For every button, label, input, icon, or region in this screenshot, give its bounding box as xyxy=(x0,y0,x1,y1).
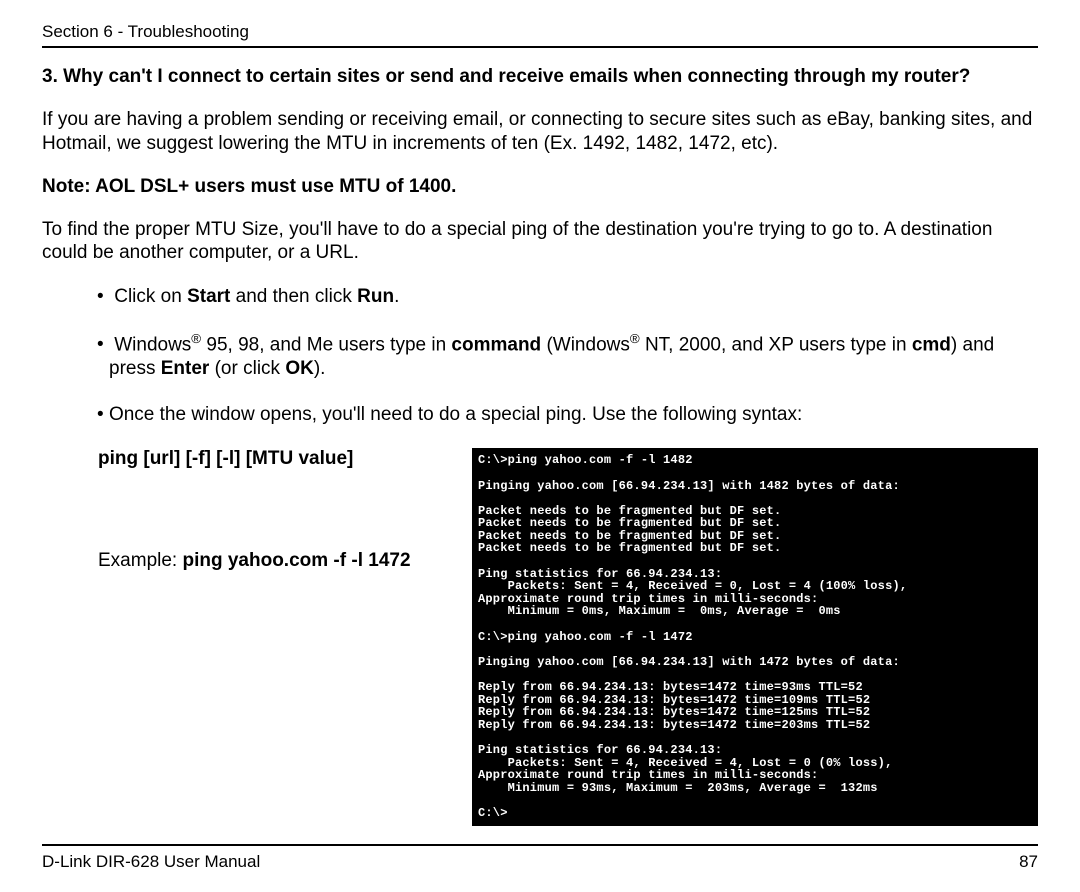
bottom-rule xyxy=(42,844,1038,846)
step2-text-d: (Windows xyxy=(541,334,630,355)
step2-text-i: (or click xyxy=(209,358,285,379)
paragraph-2: To find the proper MTU Size, you'll have… xyxy=(42,218,1038,266)
step2-text-e: NT, 2000, and XP users type in xyxy=(640,334,912,355)
ping-example: Example: ping yahoo.com -f -l 1472 xyxy=(98,550,448,572)
ping-syntax: ping [url] [-f] [-l] [MTU value] xyxy=(98,448,448,470)
step1-run-start: Start xyxy=(187,286,230,307)
paragraph-1: If you are having a problem sending or r… xyxy=(42,108,1038,156)
registered-icon: ® xyxy=(191,331,201,346)
step-3: Once the window opens, you'll need to do… xyxy=(97,403,1038,427)
step1-text-e: . xyxy=(394,286,399,307)
step-2: Windows® 95, 98, and Me users type in co… xyxy=(97,331,1038,381)
top-rule xyxy=(42,46,1038,48)
step2-enter: Enter xyxy=(161,358,210,379)
step2-ok: OK xyxy=(285,358,314,379)
example-label: Example: xyxy=(98,550,182,571)
footer-page-number: 87 xyxy=(1019,852,1038,872)
step1-run-run: Run xyxy=(357,286,394,307)
step2-text-b: 95, 98, and Me users type in xyxy=(201,334,451,355)
example-command: ping yahoo.com -f -l 1472 xyxy=(182,550,410,571)
step2-text-k: ). xyxy=(314,358,326,379)
registered-icon: ® xyxy=(630,331,640,346)
step-1: Click on Start and then click Run. xyxy=(97,285,1038,309)
note-aol: Note: AOL DSL+ users must use MTU of 140… xyxy=(42,176,1038,198)
footer-manual-name: D-Link DIR-628 User Manual xyxy=(42,852,260,872)
steps-list: Click on Start and then click Run. Windo… xyxy=(42,285,1038,426)
terminal-output: C:\>ping yahoo.com -f -l 1482 Pinging ya… xyxy=(472,448,1038,825)
step2-command: command xyxy=(451,334,541,355)
step1-text-c: and then click xyxy=(230,286,357,307)
question-heading: 3. Why can't I connect to certain sites … xyxy=(42,66,1038,88)
step2-text-a: Windows xyxy=(114,334,191,355)
step2-cmd: cmd xyxy=(912,334,951,355)
step1-text-a: Click on xyxy=(114,286,187,307)
section-header: Section 6 - Troubleshooting xyxy=(42,22,1038,42)
